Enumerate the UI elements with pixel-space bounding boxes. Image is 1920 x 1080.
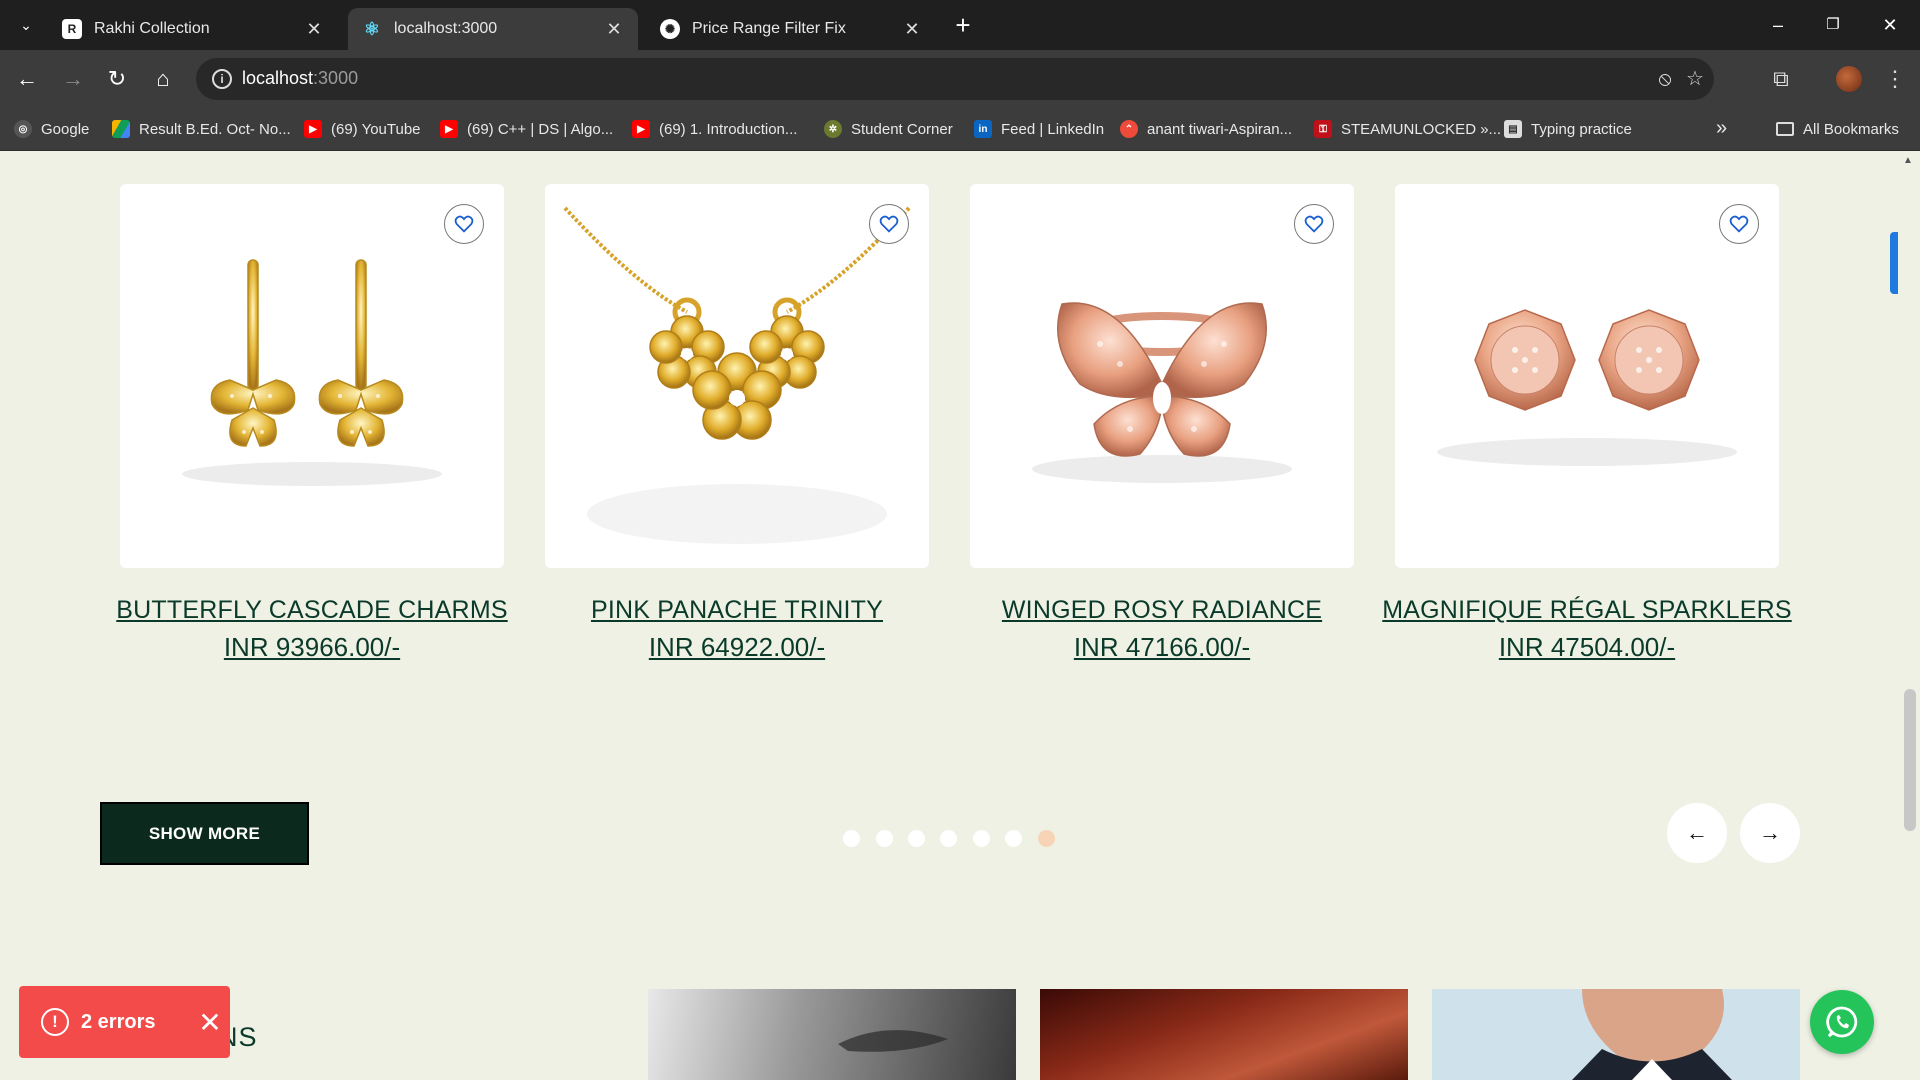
new-tab-button[interactable]: + bbox=[950, 12, 976, 38]
tab-price-range-filter-fix[interactable]: ✺ Price Range Filter Fix ✕ bbox=[646, 8, 936, 50]
profile-avatar[interactable] bbox=[1836, 66, 1862, 92]
product-card[interactable] bbox=[120, 184, 504, 568]
close-tab-icon[interactable]: ✕ bbox=[604, 19, 624, 40]
bookmark-linkedin[interactable]: in Feed | LinkedIn bbox=[974, 117, 1104, 141]
bookmark-youtube-cpp[interactable]: ▶ (69) C++ | DS | Algo... bbox=[440, 117, 613, 141]
tab-title: localhost:3000 bbox=[394, 20, 498, 37]
product-name-link[interactable]: MAGNIFIQUE RÉGAL SPARKLERS bbox=[1367, 596, 1807, 625]
product-name-link[interactable]: BUTTERFLY CASCADE CHARMS bbox=[92, 596, 532, 625]
bookmark-star-icon[interactable]: ☆ bbox=[1684, 68, 1706, 90]
error-toast[interactable]: ! 2 errors ✕ bbox=[19, 986, 230, 1058]
globe-icon: ◎ bbox=[14, 120, 32, 138]
tab-rakhi-collection[interactable]: R Rakhi Collection ✕ bbox=[48, 8, 338, 50]
carousel-dot[interactable] bbox=[940, 830, 957, 847]
home-icon[interactable]: ⌂ bbox=[148, 64, 178, 94]
carousel-dot-active[interactable] bbox=[1038, 830, 1055, 847]
product-price[interactable]: INR 47504.00/- bbox=[1367, 632, 1807, 663]
youtube-icon: ▶ bbox=[440, 120, 458, 138]
site-favicon: R bbox=[62, 19, 82, 39]
browser-toolbar: ← → ↻ ⌂ i localhost:3000 ⦸ ☆ ⧉ ⋮ bbox=[0, 50, 1920, 108]
bookmark-steamunlocked[interactable]: ⚿ STEAMUNLOCKED »... bbox=[1314, 117, 1501, 141]
product-name-link[interactable]: PINK PANACHE TRINITY bbox=[517, 596, 957, 625]
product-image-gold-butterfly-earrings bbox=[182, 259, 442, 486]
site-info-icon[interactable]: i bbox=[212, 69, 232, 89]
whatsapp-icon bbox=[1826, 1006, 1858, 1038]
forward-icon[interactable]: → bbox=[58, 64, 88, 94]
react-icon: ⚛ bbox=[363, 18, 381, 39]
page-scrollbar[interactable]: ▲ bbox=[1898, 151, 1920, 1080]
product-price[interactable]: INR 64922.00/- bbox=[517, 632, 957, 663]
product-name-link[interactable]: WINGED ROSY RADIANCE bbox=[942, 596, 1382, 625]
chatgpt-icon: ✺ bbox=[660, 19, 680, 39]
whatsapp-chat-button[interactable] bbox=[1810, 990, 1874, 1054]
product-image-rose-gold-octagon-studs bbox=[1437, 309, 1737, 466]
wishlist-heart-icon[interactable] bbox=[444, 204, 484, 244]
upward-arrow-icon: ⌃ bbox=[1120, 120, 1138, 138]
collection-banner-image[interactable] bbox=[1432, 989, 1800, 1080]
address-bar[interactable]: i localhost:3000 ⦸ ☆ bbox=[196, 58, 1714, 100]
close-window-icon[interactable]: ✕ bbox=[1875, 10, 1905, 40]
emblem-icon: ✲ bbox=[824, 120, 842, 138]
product-image-gold-flower-pendant-necklace bbox=[563, 206, 911, 544]
restore-icon[interactable]: ❐ bbox=[1818, 10, 1848, 40]
collection-banner-image[interactable] bbox=[1040, 989, 1408, 1080]
tab-localhost[interactable]: ⚛ localhost:3000 ✕ bbox=[348, 8, 638, 50]
youtube-icon: ▶ bbox=[304, 120, 322, 138]
wishlist-heart-icon[interactable] bbox=[1719, 204, 1759, 244]
tab-search-button[interactable]: ⌄ bbox=[14, 13, 38, 37]
linkedin-icon: in bbox=[974, 120, 992, 138]
url-text: localhost:3000 bbox=[242, 68, 359, 88]
show-more-button[interactable]: SHOW MORE bbox=[100, 802, 309, 865]
document-icon: ▤ bbox=[1504, 120, 1522, 138]
reload-icon[interactable]: ↻ bbox=[102, 64, 132, 94]
carousel-next-button[interactable]: → bbox=[1740, 803, 1800, 863]
bookmark-anant-tiwari[interactable]: ⌃ anant tiwari-Aspiran... bbox=[1120, 117, 1292, 141]
carousel-dot[interactable] bbox=[1005, 830, 1022, 847]
carousel-dot[interactable] bbox=[973, 830, 990, 847]
folder-icon bbox=[1776, 122, 1794, 136]
scroll-up-icon[interactable]: ▲ bbox=[1903, 155, 1913, 166]
collection-banner-image[interactable] bbox=[648, 989, 1016, 1080]
extensions-icon[interactable]: ⧉ bbox=[1766, 64, 1796, 94]
minimize-icon[interactable]: – bbox=[1763, 10, 1793, 40]
product-price[interactable]: INR 47166.00/- bbox=[942, 632, 1382, 663]
side-panel-tab[interactable] bbox=[1890, 232, 1898, 294]
more-bookmarks-icon[interactable]: » bbox=[1716, 117, 1727, 140]
bookmark-youtube[interactable]: ▶ (69) YouTube bbox=[304, 117, 421, 141]
menu-kebab-icon[interactable]: ⋮ bbox=[1880, 64, 1910, 94]
product-card[interactable] bbox=[970, 184, 1354, 568]
wishlist-heart-icon[interactable] bbox=[1294, 204, 1334, 244]
unlock-icon: ⚿ bbox=[1314, 120, 1332, 138]
carousel-dot[interactable] bbox=[876, 830, 893, 847]
bookmark-youtube-intro[interactable]: ▶ (69) 1. Introduction... bbox=[632, 117, 797, 141]
bookmark-typing-practice[interactable]: ▤ Typing practice bbox=[1504, 117, 1632, 141]
bookmark-google[interactable]: ◎ Google bbox=[14, 117, 89, 141]
bookmark-student-corner[interactable]: ✲ Student Corner bbox=[824, 117, 953, 141]
carousel-dot[interactable] bbox=[908, 830, 925, 847]
back-icon[interactable]: ← bbox=[12, 64, 42, 94]
all-bookmarks[interactable]: All Bookmarks bbox=[1776, 117, 1899, 141]
tracking-protection-icon[interactable]: ⦸ bbox=[1654, 68, 1676, 90]
error-count: 2 errors bbox=[81, 1010, 156, 1033]
product-card[interactable] bbox=[545, 184, 929, 568]
carousel-dot[interactable] bbox=[843, 830, 860, 847]
product-price[interactable]: INR 93966.00/- bbox=[92, 632, 532, 663]
youtube-icon: ▶ bbox=[632, 120, 650, 138]
close-icon[interactable]: ✕ bbox=[190, 1006, 230, 1039]
error-alert-icon: ! bbox=[41, 1008, 69, 1036]
google-drive-icon bbox=[112, 120, 130, 138]
scroll-thumb[interactable] bbox=[1904, 689, 1916, 831]
bookmark-result-bed[interactable]: Result B.Ed. Oct- No... bbox=[112, 117, 291, 141]
tab-strip: ⌄ R Rakhi Collection ✕ ⚛ localhost:3000 … bbox=[0, 0, 1920, 50]
wishlist-heart-icon[interactable] bbox=[869, 204, 909, 244]
product-card[interactable] bbox=[1395, 184, 1779, 568]
carousel-prev-button[interactable]: ← bbox=[1667, 803, 1727, 863]
tab-title: Price Range Filter Fix bbox=[692, 20, 846, 37]
tab-title: Rakhi Collection bbox=[94, 20, 210, 37]
close-tab-icon[interactable]: ✕ bbox=[304, 19, 324, 40]
product-image-rose-gold-butterfly-ring bbox=[1032, 302, 1292, 483]
close-tab-icon[interactable]: ✕ bbox=[902, 19, 922, 40]
bookmarks-bar: ◎ Google Result B.Ed. Oct- No... ▶ (69) Yo… bbox=[0, 108, 1920, 151]
